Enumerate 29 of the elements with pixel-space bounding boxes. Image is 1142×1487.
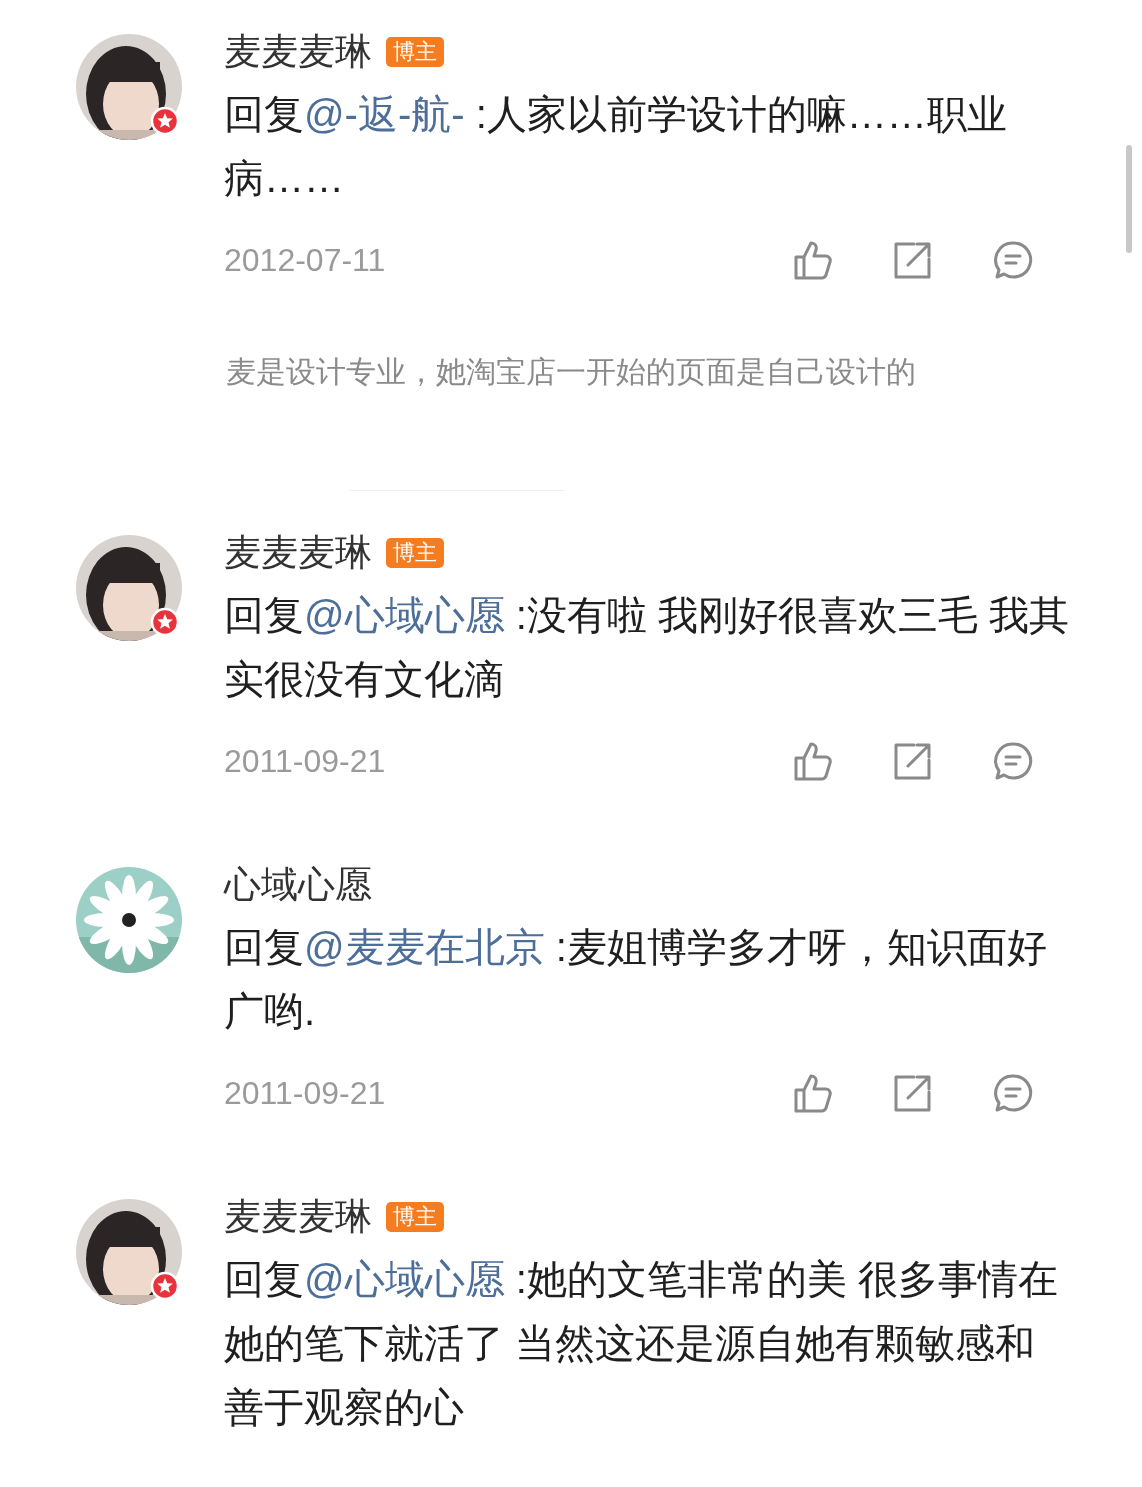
scrollbar[interactable] (1126, 145, 1132, 253)
comment-text: 回复@-返-航- :人家以前学设计的嘛……职业病…… (224, 91, 1008, 202)
thumbs-up-icon[interactable] (792, 740, 834, 782)
thumbs-up-icon[interactable] (792, 239, 834, 281)
comment-icon[interactable] (992, 1072, 1034, 1114)
caption: 麦是设计专业，她淘宝店一开始的页面是自己设计的 (226, 354, 916, 390)
comment-text: 回复@麦麦在北京 :麦姐博学多才呀，知识面好广哟. (224, 924, 1048, 1035)
verified-badge-icon (150, 607, 180, 637)
mention-link[interactable]: @麦麦在北京 (304, 925, 545, 969)
thumbs-up-icon[interactable] (792, 1072, 834, 1114)
comment-text: 回复@心域心愿 :没有啦 我刚好很喜欢三毛 我其实很没有文化滴 (224, 592, 1071, 703)
blogger-badge: 博主 (386, 538, 444, 568)
verified-badge-icon (150, 106, 180, 136)
comment-date: 2012-07-11 (224, 241, 386, 280)
mention-link[interactable]: @心域心愿 (304, 593, 505, 637)
mention-link[interactable]: @-返-航- (304, 92, 465, 136)
username[interactable]: 心域心愿 (224, 857, 372, 913)
comment-date: 2011-09-21 (224, 1074, 386, 1113)
blogger-badge: 博主 (386, 37, 444, 67)
blogger-badge: 博主 (386, 1202, 444, 1232)
comment-date: 2011-09-21 (224, 742, 386, 781)
verified-badge-icon (150, 1271, 180, 1301)
mention-link[interactable]: @心域心愿 (304, 1257, 505, 1301)
comment-text: 回复@心域心愿 :她的文笔非常的美 很多事情在她的笔下就活了 当然这还是源自她有颗敏感和善于观察的心 (224, 1256, 1059, 1431)
comment-icon[interactable] (992, 239, 1034, 281)
username[interactable]: 麦麦麦琳 (224, 525, 372, 581)
username[interactable]: 麦麦麦琳 (224, 24, 372, 80)
username[interactable]: 麦麦麦琳 (224, 1189, 372, 1245)
comment-icon[interactable] (992, 740, 1034, 782)
